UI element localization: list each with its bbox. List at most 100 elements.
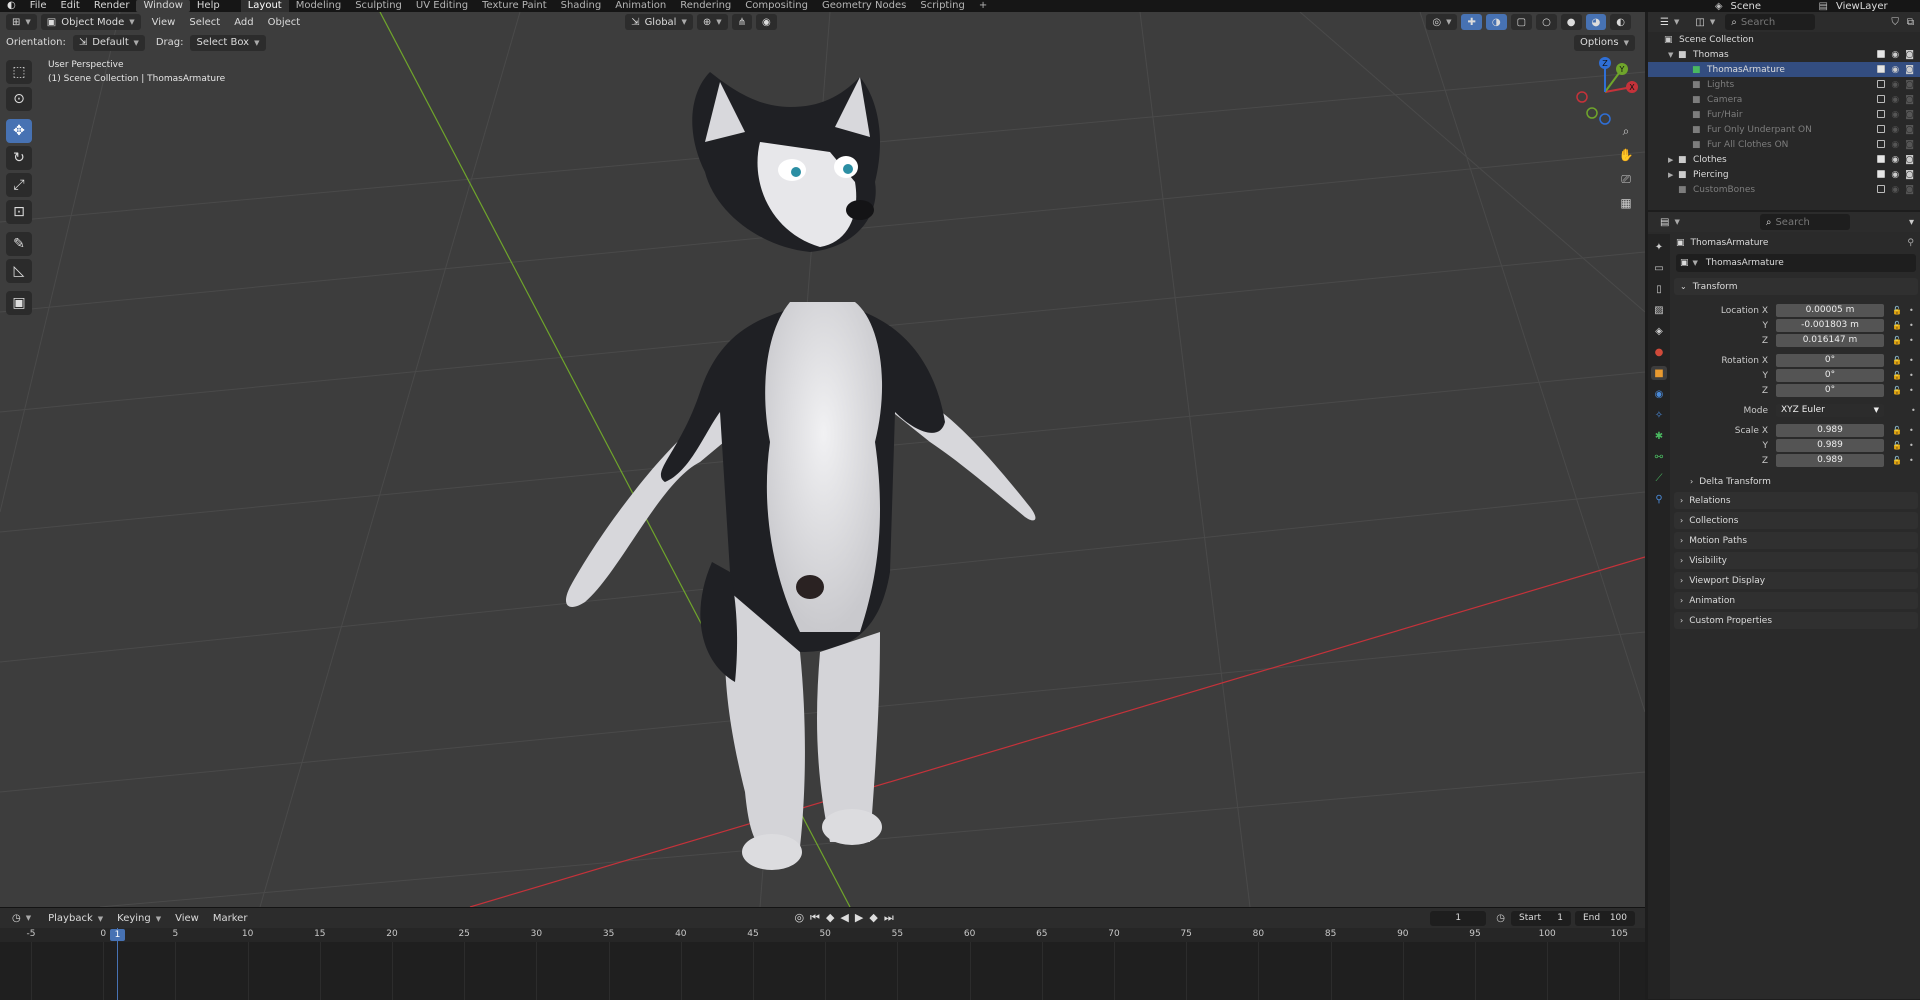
select-box-tool[interactable]: ⬚ bbox=[6, 60, 32, 84]
exclude-checkbox[interactable] bbox=[1877, 139, 1886, 148]
outliner-item[interactable]: ■ Lights ◉ ◙ bbox=[1648, 77, 1920, 92]
scene-selector[interactable]: Scene bbox=[1731, 1, 1811, 12]
lock-icon[interactable]: 🔓 bbox=[1892, 321, 1902, 330]
panel-header-motion-paths[interactable]: › Motion Paths bbox=[1674, 532, 1918, 549]
camera-render-icon[interactable]: ◙ bbox=[1905, 80, 1914, 90]
start-frame-field[interactable]: Start 1 bbox=[1511, 910, 1571, 926]
play-reverse-button[interactable]: ◀ bbox=[840, 911, 848, 925]
tab-render[interactable]: ▭ bbox=[1651, 261, 1667, 275]
orientation-setting-selector[interactable]: ⇲ Default ▼ bbox=[72, 34, 145, 51]
keyframe-dot-icon[interactable]: • bbox=[1909, 371, 1914, 380]
exclude-checkbox[interactable] bbox=[1877, 169, 1886, 178]
keyframe-dot-icon[interactable]: • bbox=[1909, 306, 1914, 315]
panel-header-visibility[interactable]: › Visibility bbox=[1674, 552, 1918, 569]
scale-z-field[interactable]: 0.989 bbox=[1776, 454, 1884, 467]
neg-y-axis-handle[interactable] bbox=[1586, 107, 1598, 119]
cursor-tool[interactable]: ⊙ bbox=[6, 87, 32, 111]
exclude-checkbox[interactable] bbox=[1877, 109, 1886, 118]
menu-object[interactable]: Object bbox=[261, 17, 308, 28]
keyframe-dot-icon[interactable]: • bbox=[1909, 441, 1914, 450]
exclude-checkbox[interactable] bbox=[1877, 79, 1886, 88]
expand-arrow-icon[interactable]: ▼ bbox=[1668, 51, 1678, 59]
display-mode-selector[interactable]: ◫ ▼ bbox=[1689, 14, 1722, 30]
lock-icon[interactable]: 🔓 bbox=[1892, 371, 1902, 380]
tab-shading[interactable]: Shading bbox=[554, 0, 609, 12]
outliner-editor[interactable]: ☰ ▼ ◫ ▼ ⌕ Search ⛉ ⧉ ▣ Scene Collection ▼ ■ Tho… bbox=[1648, 12, 1920, 210]
move-tool[interactable]: ✥ bbox=[6, 119, 32, 143]
rotate-tool[interactable]: ↻ bbox=[6, 146, 32, 170]
tab-bone[interactable]: ⚲ bbox=[1651, 492, 1667, 506]
location-z-field[interactable]: 0.016147 m bbox=[1776, 334, 1884, 347]
eye-icon[interactable]: ◉ bbox=[1891, 170, 1899, 180]
outliner-item[interactable]: ▶ ■ Piercing ◉ ◙ bbox=[1648, 167, 1920, 182]
keyframe-dot-icon[interactable]: • bbox=[1909, 426, 1914, 435]
shading-wireframe-button[interactable]: ○ bbox=[1536, 14, 1557, 30]
panel-header-collections[interactable]: › Collections bbox=[1674, 512, 1918, 529]
tab-particles[interactable]: ✧ bbox=[1651, 408, 1667, 422]
tab-compositing[interactable]: Compositing bbox=[738, 0, 815, 12]
gizmo-toggle[interactable]: ✚ bbox=[1461, 14, 1482, 30]
tab-sculpting[interactable]: Sculpting bbox=[348, 0, 409, 12]
menu-select[interactable]: Select bbox=[182, 17, 227, 28]
keyframe-dot-icon[interactable]: • bbox=[1909, 356, 1914, 365]
tab-modeling[interactable]: Modeling bbox=[289, 0, 349, 12]
eye-icon[interactable]: ◉ bbox=[1891, 140, 1899, 150]
eye-icon[interactable]: ◉ bbox=[1891, 185, 1899, 195]
rotation-x-field[interactable]: 0° bbox=[1776, 354, 1884, 367]
camera-render-icon[interactable]: ◙ bbox=[1905, 110, 1914, 120]
zoom-button[interactable]: ⌕ bbox=[1616, 122, 1636, 140]
lock-icon[interactable]: 🔓 bbox=[1892, 386, 1902, 395]
tab-scene[interactable]: ◈ bbox=[1651, 324, 1667, 338]
neg-z-axis-handle[interactable] bbox=[1599, 113, 1611, 125]
drag-selector[interactable]: Select Box ▼ bbox=[190, 34, 266, 51]
ortho-toggle-button[interactable]: ▦ bbox=[1616, 194, 1636, 212]
editor-type-button[interactable]: ⊞ ▼ bbox=[6, 14, 37, 30]
add-cube-tool[interactable]: ▣ bbox=[6, 291, 32, 315]
outliner-editor-type[interactable]: ☰ ▼ bbox=[1654, 14, 1686, 30]
lock-icon[interactable]: 🔓 bbox=[1892, 336, 1902, 345]
exclude-checkbox[interactable] bbox=[1877, 49, 1886, 58]
pan-button[interactable]: ✋ bbox=[1616, 146, 1636, 164]
play-button[interactable]: ▶ bbox=[855, 911, 863, 925]
scale-x-field[interactable]: 0.989 bbox=[1776, 424, 1884, 437]
options-button[interactable]: Options ▼ bbox=[1574, 34, 1635, 51]
camera-render-icon[interactable]: ◙ bbox=[1905, 65, 1914, 75]
filter-icon[interactable]: ⛉ bbox=[1891, 17, 1899, 28]
expand-arrow-icon[interactable]: ▶ bbox=[1668, 156, 1678, 164]
eye-icon[interactable]: ◉ bbox=[1891, 50, 1899, 60]
camera-render-icon[interactable]: ◙ bbox=[1905, 95, 1914, 105]
current-frame-field[interactable]: 1 bbox=[1430, 910, 1487, 926]
delta-transform-subpanel[interactable]: › Delta Transform bbox=[1672, 474, 1920, 489]
timeline-editor[interactable]: ◷ ▼ Playback ▼ Keying ▼ View Marker ◎ ⏮ ◆ ◀… bbox=[0, 907, 1645, 1000]
timeline-ruler[interactable]: -5 0 5 10 15 20 25 30 35 40 45 50 55 60 65 70 75 80 85 90 95… bbox=[0, 928, 1645, 942]
3d-viewport[interactable]: ⊞ ▼ ▣ Object Mode ▼ View Select Add Object … bbox=[0, 12, 1645, 907]
snap-toggle[interactable]: ⋔ bbox=[731, 14, 753, 30]
add-workspace-button[interactable]: + bbox=[972, 0, 994, 12]
menu-edit[interactable]: Edit bbox=[53, 0, 86, 12]
tab-geometry-nodes[interactable]: Geometry Nodes bbox=[815, 0, 913, 12]
scale-y-field[interactable]: 0.989 bbox=[1776, 439, 1884, 452]
keyframe-dot-icon[interactable]: • bbox=[1911, 406, 1916, 415]
mode-selector[interactable]: ▣ Object Mode ▼ bbox=[40, 14, 141, 30]
lock-icon[interactable]: 🔓 bbox=[1892, 456, 1902, 465]
lock-icon[interactable]: 🔓 bbox=[1892, 441, 1902, 450]
lock-icon[interactable]: 🔓 bbox=[1892, 356, 1902, 365]
menu-window[interactable]: Window bbox=[136, 0, 190, 12]
eye-icon[interactable]: ◉ bbox=[1891, 95, 1899, 105]
expand-arrow-icon[interactable]: ▶ bbox=[1668, 171, 1678, 179]
tab-world[interactable]: ● bbox=[1651, 345, 1667, 359]
exclude-checkbox[interactable] bbox=[1877, 94, 1886, 103]
tab-animation[interactable]: Animation bbox=[608, 0, 673, 12]
pin-icon[interactable]: ⚲ bbox=[1907, 238, 1920, 248]
tab-constraints[interactable]: ⚯ bbox=[1651, 450, 1667, 464]
location-y-field[interactable]: -0.001803 m bbox=[1776, 319, 1884, 332]
exclude-checkbox[interactable] bbox=[1877, 124, 1886, 133]
annotate-tool[interactable]: ✎ bbox=[6, 232, 32, 256]
transform-tool[interactable]: ⊡ bbox=[6, 200, 32, 224]
lock-icon[interactable]: 🔓 bbox=[1892, 426, 1902, 435]
properties-editor-type[interactable]: ▤ ▼ bbox=[1654, 214, 1686, 230]
jump-end-button[interactable]: ⏭ bbox=[884, 911, 894, 925]
menu-timeline-view[interactable]: View bbox=[168, 913, 206, 924]
tab-modifiers[interactable]: ◉ bbox=[1651, 387, 1667, 401]
keyframe-dot-icon[interactable]: • bbox=[1909, 336, 1914, 345]
